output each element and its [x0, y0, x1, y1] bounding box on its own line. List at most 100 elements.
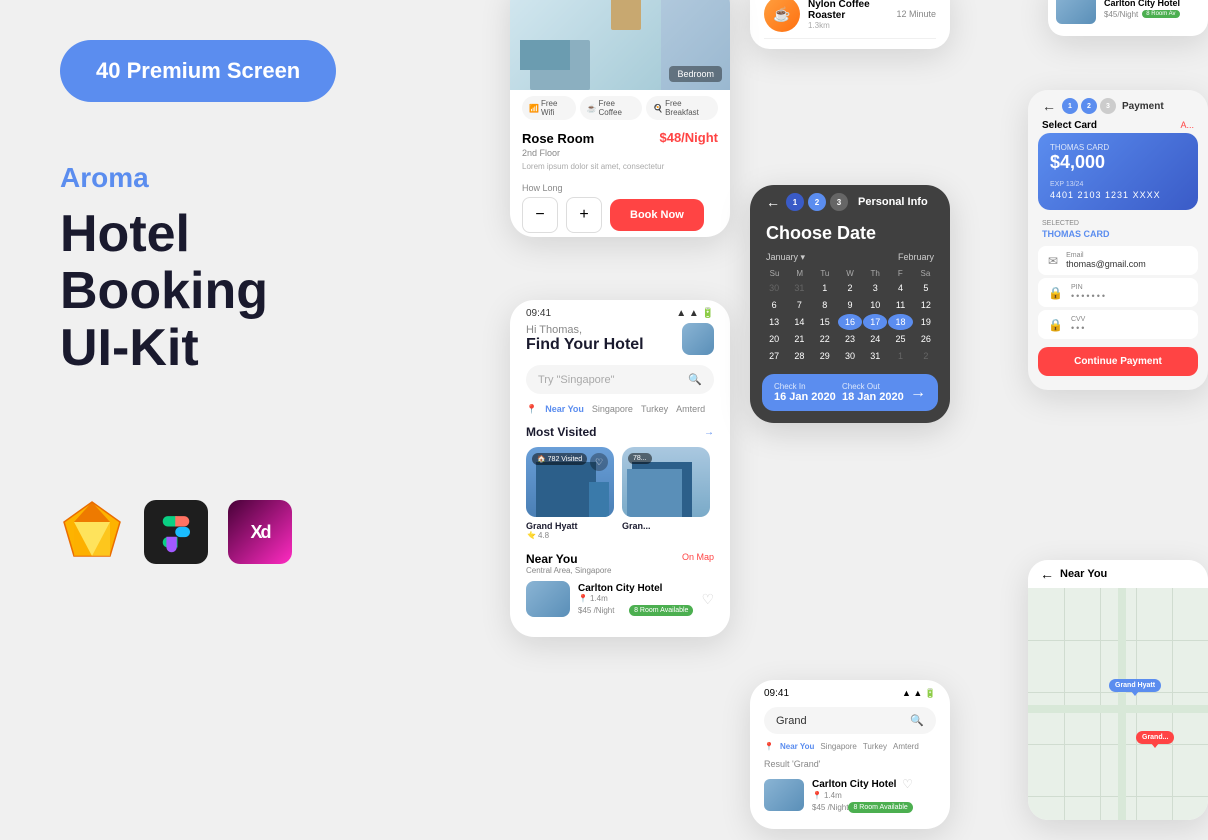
- cal-day-22[interactable]: 22: [813, 331, 837, 347]
- calendar-days: 30 31 1 2 3 4 5 6 7 8 9 10 11 12 13 14 1…: [762, 280, 938, 364]
- cal-day-1[interactable]: 1: [813, 280, 837, 296]
- calendar-back[interactable]: ←: [766, 194, 780, 210]
- search-tag-near[interactable]: Near You: [780, 742, 814, 751]
- search-tag-turkey[interactable]: Turkey: [863, 742, 887, 751]
- amenity-wifi: 📶Free Wifi: [522, 96, 576, 120]
- cal-day-12[interactable]: 12: [914, 297, 938, 313]
- tag-near-you[interactable]: Near You: [545, 404, 584, 415]
- phone-search-screen: 09:41 ▲ ▲ 🔋 Grand 🔍 📍 Near You Singapore…: [750, 680, 950, 829]
- tag-amterd[interactable]: Amterd: [676, 404, 705, 415]
- cal-day-8[interactable]: 8: [813, 297, 837, 313]
- cal-day-26[interactable]: 26: [914, 331, 938, 347]
- month-january[interactable]: January ▾: [766, 252, 805, 263]
- top-hotel-name: Carlton City Hotel: [1104, 0, 1180, 8]
- calendar-month-header: January ▾ February: [750, 248, 950, 267]
- payment-back[interactable]: ←: [1042, 98, 1056, 114]
- selected-card-value: THOMAS CARD: [1028, 229, 1208, 243]
- tag-singapore[interactable]: Singapore: [592, 404, 633, 415]
- cal-day-28[interactable]: 28: [787, 348, 811, 364]
- calendar-confirm-arrow[interactable]: →: [910, 384, 926, 402]
- near-you-title-text: Near You Central Area, Singapore: [526, 552, 611, 575]
- tag-turkey[interactable]: Turkey: [641, 404, 668, 415]
- top-hotel-item: Carlton City Hotel $45/Night 8 Room Av: [1056, 0, 1200, 28]
- amenity-breakfast: 🍳Free Breakfast: [646, 96, 718, 120]
- search-tag-amterd[interactable]: Amterd: [893, 742, 919, 751]
- minus-button[interactable]: −: [522, 197, 558, 233]
- search-input-bar[interactable]: Grand 🔍: [764, 707, 936, 734]
- cal-day-29[interactable]: 29: [813, 348, 837, 364]
- near-hotel-info: Carlton City Hotel 📍 1.4m $45 /Night 8 R…: [578, 583, 693, 616]
- cal-day-17[interactable]: 17: [863, 314, 887, 330]
- near-hotel-price: $45 /Night: [578, 606, 614, 615]
- step-2: 2: [808, 193, 826, 211]
- email-content: Email thomas@gmail.com: [1066, 252, 1146, 269]
- email-field: ✉ Email thomas@gmail.com: [1038, 246, 1198, 275]
- map-pin-grand-hyatt[interactable]: Grand Hyatt: [1109, 679, 1161, 692]
- cal-day-24[interactable]: 24: [863, 331, 887, 347]
- cal-day-4[interactable]: 4: [888, 280, 912, 296]
- coffee-info: Nylon Coffee Roaster 1.3km: [808, 0, 888, 30]
- plus-button[interactable]: +: [566, 197, 602, 233]
- how-long-label: How Long: [522, 183, 718, 193]
- cal-day-21[interactable]: 21: [787, 331, 811, 347]
- room-info: Rose Room $48/Night 2nd Floor Lorem ipsu…: [510, 126, 730, 179]
- payment-title: Payment: [1122, 101, 1164, 112]
- month-february[interactable]: February: [898, 252, 934, 263]
- cal-day-10[interactable]: 10: [863, 297, 887, 313]
- top-hotel-avail: 8 Room Av: [1142, 10, 1179, 18]
- payment-header: ← 1 2 3 Payment: [1028, 90, 1208, 118]
- cal-day-16[interactable]: 16: [838, 314, 862, 330]
- cal-day-20[interactable]: 20: [762, 331, 786, 347]
- hotel-card-1[interactable]: 🏠 782 Visited ♡ Grand Hyatt ⭐4.8: [526, 447, 614, 540]
- book-now-button[interactable]: Book Now: [610, 199, 704, 231]
- cal-day-6[interactable]: 6: [762, 297, 786, 313]
- cal-day-15[interactable]: 15: [813, 314, 837, 330]
- cal-day-3[interactable]: 3: [863, 280, 887, 296]
- payment-card: THOMAS CARD $4,000 EXP 13/24 4401 2103 1…: [1038, 133, 1198, 210]
- cal-day-18[interactable]: 18: [888, 314, 912, 330]
- cal-day-2next[interactable]: 2: [914, 348, 938, 364]
- map-pin-grand[interactable]: Grand...: [1136, 731, 1174, 744]
- cvv-field: 🔒 CVV •••: [1038, 310, 1198, 339]
- coffee-dist: 1.3km: [808, 21, 888, 30]
- cal-day-14[interactable]: 14: [787, 314, 811, 330]
- favorite-icon-near[interactable]: ♡: [701, 591, 714, 608]
- cal-day-11[interactable]: 11: [888, 297, 912, 313]
- sketch-icon: [60, 498, 124, 567]
- continue-payment-button[interactable]: Continue Payment: [1038, 347, 1198, 376]
- cal-day-13[interactable]: 13: [762, 314, 786, 330]
- cal-day-19[interactable]: 19: [914, 314, 938, 330]
- greeting-main: Find Your Hotel: [526, 336, 644, 354]
- premium-badge: 40 Premium Screen: [60, 40, 336, 102]
- hotel-card-2[interactable]: 78... Gran...: [622, 447, 710, 540]
- cal-day-31[interactable]: 31: [863, 348, 887, 364]
- cal-day-7[interactable]: 7: [787, 297, 811, 313]
- search-bar[interactable]: Try "Singapore" 🔍: [526, 365, 714, 394]
- search-result-favorite[interactable]: ♡: [902, 777, 913, 791]
- most-visited-link[interactable]: →: [704, 427, 714, 438]
- cal-day-30[interactable]: 30: [838, 348, 862, 364]
- brand-name: Aroma: [60, 162, 380, 194]
- coffee-avatar: ☕: [764, 0, 800, 32]
- add-card-link[interactable]: A...: [1180, 120, 1194, 131]
- availability-badge: 8 Room Available: [629, 605, 693, 616]
- cal-day-9[interactable]: 9: [838, 297, 862, 313]
- search-result-item[interactable]: Carlton City Hotel ♡ 📍 1.4m $45 /Night 8…: [750, 773, 950, 817]
- map-back[interactable]: ←: [1040, 566, 1054, 582]
- cal-day-25[interactable]: 25: [888, 331, 912, 347]
- on-map-link[interactable]: On Map: [682, 552, 714, 575]
- phone-main: 09:41 ▲ ▲ 🔋 Hi Thomas, Find Your Hotel T…: [510, 300, 730, 637]
- badge-text: Premium Screen: [127, 58, 301, 83]
- cal-day-5[interactable]: 5: [914, 280, 938, 296]
- coffee-time: 12 Minute: [896, 9, 936, 19]
- cal-day-30prev[interactable]: 30: [762, 280, 786, 296]
- favorite-icon-1[interactable]: ♡: [590, 453, 608, 471]
- calendar-title: Choose Date: [750, 215, 950, 248]
- cal-day-1next[interactable]: 1: [888, 348, 912, 364]
- search-tag-sg[interactable]: Singapore: [820, 742, 856, 751]
- cal-day-2[interactable]: 2: [838, 280, 862, 296]
- cal-day-23[interactable]: 23: [838, 331, 862, 347]
- cal-day-27[interactable]: 27: [762, 348, 786, 364]
- step-1: 1: [786, 193, 804, 211]
- cal-day-31prev[interactable]: 31: [787, 280, 811, 296]
